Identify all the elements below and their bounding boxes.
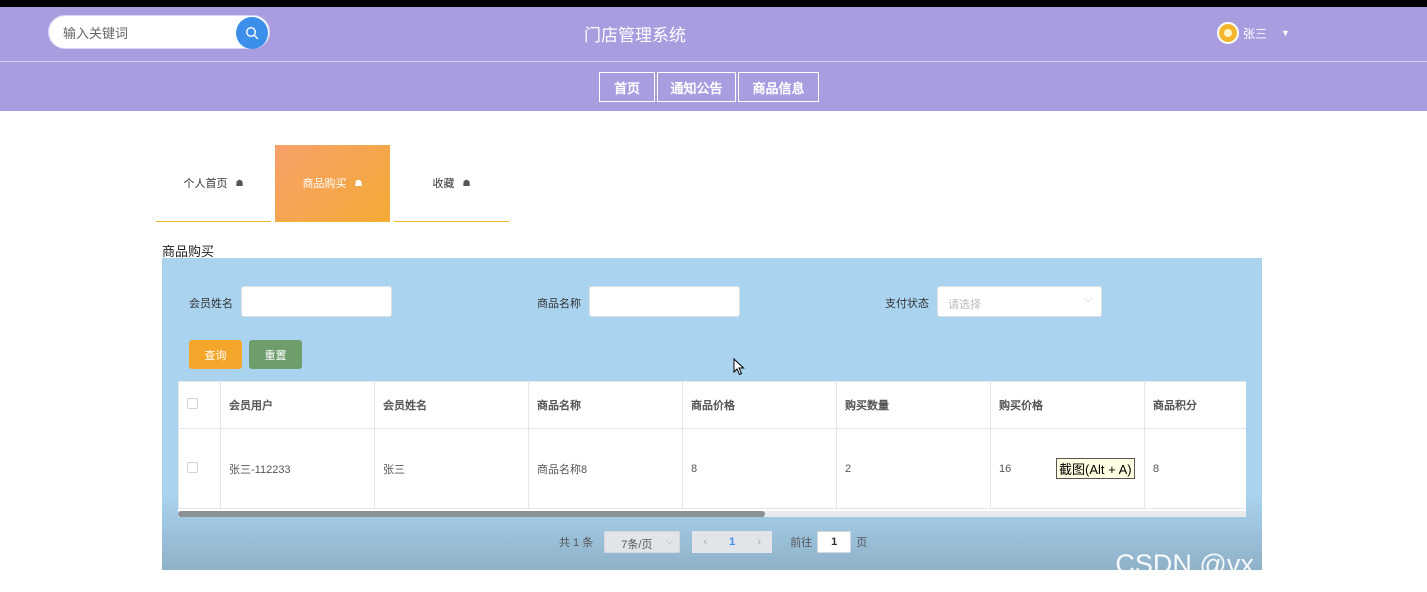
tab-label: 收藏 <box>432 178 455 190</box>
site-header: 门店管理系统 张三 ▼ <box>0 7 1427 61</box>
chevron-right-icon: › <box>757 536 762 548</box>
user-tabs: 个人首页 ☗ 商品购买 ☗ 收藏 ☗ <box>156 145 513 222</box>
prev-page-button[interactable]: ‹ <box>692 531 719 553</box>
user-menu[interactable]: 张三 ▼ <box>1217 20 1290 46</box>
total-count: 共 1 条 <box>559 537 594 549</box>
column-header: 商品名称 <box>528 381 683 429</box>
row-checkbox[interactable] <box>187 461 198 473</box>
product-name-field[interactable] <box>589 286 740 317</box>
page-size-value: 7条/页 <box>621 539 653 551</box>
chevron-down-icon: ⌵ <box>666 536 674 546</box>
column-header: 购买价格 <box>990 381 1145 429</box>
column-header: 商品积分 <box>1144 381 1246 429</box>
member-name-field[interactable] <box>241 286 392 317</box>
goto-suffix: 页 <box>856 537 868 549</box>
table-cell: 商品名称8 <box>528 428 683 509</box>
table-cell: 2 <box>836 428 991 509</box>
mouse-cursor-icon <box>733 358 745 376</box>
row-select-cell <box>178 428 221 509</box>
pay-status-placeholder: 请选择 <box>948 299 981 311</box>
watermark: CSDN @vx_danpianji889 <box>1115 549 1422 579</box>
select-all-checkbox[interactable] <box>187 398 198 409</box>
tab-label: 个人首页 <box>183 178 228 190</box>
next-page-button[interactable]: › <box>746 531 773 553</box>
table-cell: 张三 <box>374 428 529 509</box>
nav-home[interactable]: 首页 <box>599 72 655 102</box>
screenshot-tooltip: 截图(Alt + A) <box>1056 458 1135 479</box>
pay-status-select[interactable]: 请选择 ⌵ <box>937 286 1102 317</box>
table-cell: 8 <box>682 428 837 509</box>
pay-status-label: 支付状态 <box>885 298 929 310</box>
table-cell: 8 <box>1144 428 1246 509</box>
column-header: 购买数量 <box>836 381 991 429</box>
column-header: 会员姓名 <box>374 381 529 429</box>
site-title: 门店管理系统 <box>584 26 686 45</box>
caret-down-icon: ▼ <box>1281 28 1290 38</box>
table-cell: 张三-112233 <box>220 428 375 509</box>
column-header: 会员用户 <box>220 381 375 429</box>
nav-notices[interactable]: 通知公告 <box>657 72 736 102</box>
tab-favorites[interactable]: 收藏 ☗ <box>394 145 509 222</box>
chevron-left-icon: ‹ <box>703 536 708 548</box>
query-button[interactable]: 查询 <box>189 340 242 369</box>
home-icon: ☗ <box>462 177 471 188</box>
product-name-label: 商品名称 <box>537 298 581 310</box>
page-number[interactable]: 1 <box>718 531 747 553</box>
scrollbar-thumb[interactable] <box>178 511 766 517</box>
home-icon: ☗ <box>354 177 363 188</box>
pagination: 共 1 条 7条/页 ⌵ ‹ 1 › 前往 1 页 <box>559 530 867 554</box>
reset-button[interactable]: 重置 <box>249 340 302 369</box>
select-all-cell <box>178 381 221 429</box>
goto-page-input[interactable]: 1 <box>817 531 852 553</box>
purchase-table: 会员用户 会员姓名 商品名称 商品价格 购买数量 购买价格 商品积分 张三-11… <box>178 381 1246 513</box>
goto-prefix: 前往 <box>790 537 813 549</box>
avatar <box>1217 22 1239 44</box>
nav-products[interactable]: 商品信息 <box>738 72 819 102</box>
purchase-panel: 会员姓名 商品名称 支付状态 请选择 ⌵ 查询 重置 会员用户 会员姓名 商品名… <box>162 258 1262 570</box>
home-icon: ☗ <box>235 177 244 188</box>
screen-top-edge <box>0 0 1427 7</box>
member-name-label: 会员姓名 <box>189 298 233 310</box>
page-size-select[interactable]: 7条/页 ⌵ <box>604 531 681 553</box>
user-name: 张三 <box>1243 26 1268 41</box>
horizontal-scrollbar[interactable] <box>178 511 1246 517</box>
chevron-down-icon: ⌵ <box>1084 294 1092 305</box>
main-nav: 首页 通知公告 商品信息 <box>0 61 1427 111</box>
tab-purchase[interactable]: 商品购买 ☗ <box>275 145 390 222</box>
tab-personal-home[interactable]: 个人首页 ☗ <box>156 145 271 222</box>
tab-label: 商品购买 <box>302 178 347 190</box>
table-header-row: 会员用户 会员姓名 商品名称 商品价格 购买数量 购买价格 商品积分 <box>178 381 1246 429</box>
column-header: 商品价格 <box>682 381 837 429</box>
